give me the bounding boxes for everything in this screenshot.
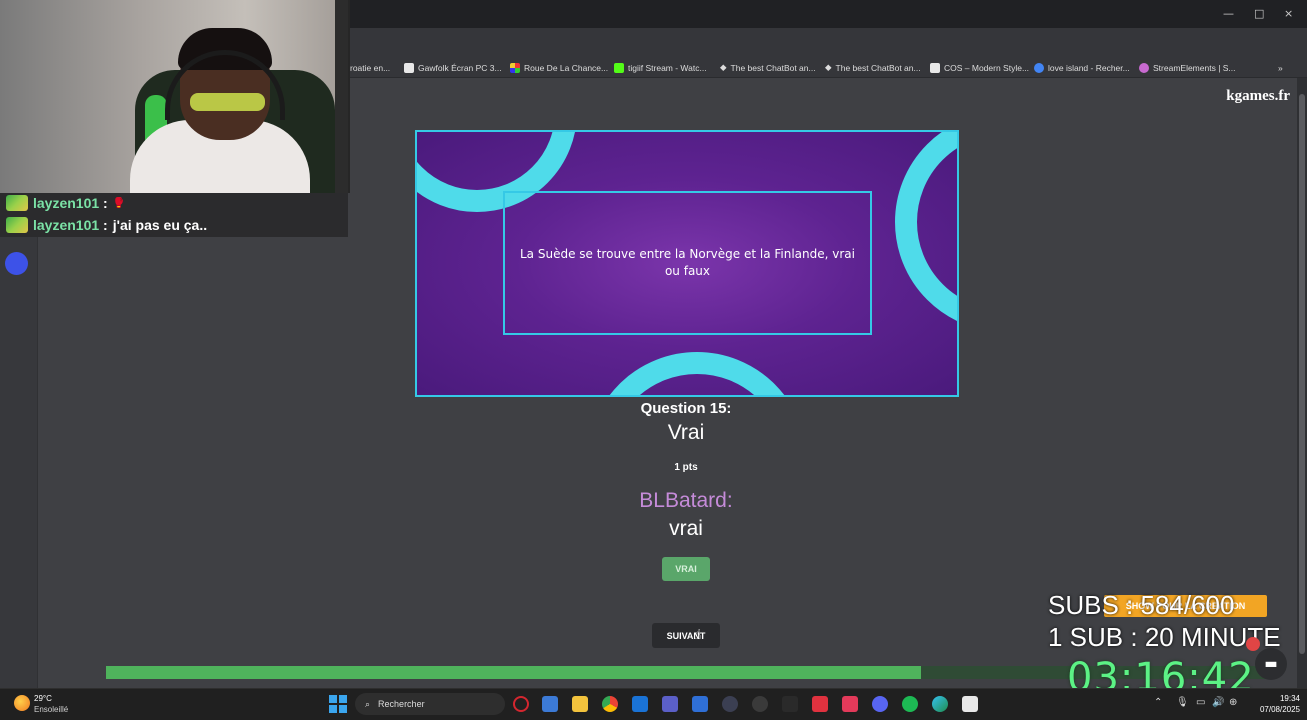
streamelements-icon xyxy=(1139,62,1149,73)
decorative-ring xyxy=(587,352,807,395)
obs-icon[interactable] xyxy=(752,696,768,712)
chat-username: layzen101 xyxy=(33,217,100,233)
diamond-icon: ◆ xyxy=(720,62,727,72)
player-answer: vrai xyxy=(669,517,703,540)
discord-icon[interactable] xyxy=(872,696,888,712)
wheel-icon xyxy=(510,62,520,73)
app-icon[interactable] xyxy=(962,696,978,712)
weather-temperature[interactable]: 29°C xyxy=(34,694,52,703)
next-button[interactable]: SUIVANT xyxy=(652,623,720,648)
chat-message: layzen101 : 🥊 xyxy=(6,194,125,212)
logitech-icon[interactable] xyxy=(782,696,798,712)
scrollbar-thumb[interactable] xyxy=(1299,94,1305,654)
cos-icon xyxy=(930,62,940,73)
chat-separator: : xyxy=(99,195,108,211)
file-explorer-icon[interactable] xyxy=(572,696,588,712)
profile-dot-icon[interactable] xyxy=(5,252,28,275)
chat-separator: : xyxy=(99,217,108,233)
chat-overlay: layzen101 : 🥊 layzen101 : j'ai pas eu ça… xyxy=(0,193,348,237)
chat-bubble-icon[interactable]: ▬ xyxy=(1255,648,1287,680)
correct-answer: Vrai xyxy=(667,421,705,444)
question-text: La Suède se trouve entre la Norvège et l… xyxy=(503,191,872,335)
subscriber-badge-icon xyxy=(6,217,28,233)
kick-icon xyxy=(614,62,624,73)
search-icon: ⌕ xyxy=(365,698,371,709)
tiktok-icon[interactable] xyxy=(842,696,858,712)
chat-text: 🥊 xyxy=(112,197,126,209)
bookmark-item[interactable]: tigiif Stream - Watc... xyxy=(614,61,707,74)
progress-fill xyxy=(106,666,922,679)
app-store-icon[interactable] xyxy=(542,696,558,712)
windows-taskbar xyxy=(0,688,1307,720)
sunglasses xyxy=(190,93,265,111)
verdict-button[interactable]: VRAI xyxy=(662,557,710,581)
bookmark-item[interactable]: ◆ The best ChatBot an... xyxy=(720,61,816,74)
bookmark-item[interactable]: ◆ The best ChatBot an... xyxy=(825,61,921,74)
clock-time[interactable]: 19:34 xyxy=(1256,694,1300,703)
notification-dot xyxy=(1246,637,1260,651)
question-card: La Suède se trouve entre la Norvège et l… xyxy=(415,130,959,397)
display-icon[interactable]: ▭ xyxy=(1196,697,1205,708)
volume-icon[interactable]: 🔊 xyxy=(1212,697,1224,708)
chrome-icon[interactable] xyxy=(602,696,618,712)
bookmarks-more-button[interactable]: » xyxy=(1278,61,1283,74)
chat-message: layzen101 : j'ai pas eu ça.. xyxy=(6,216,207,234)
bookmark-item[interactable]: love island - Recher... xyxy=(1034,61,1130,74)
teams-icon[interactable] xyxy=(662,696,678,712)
edge-icon[interactable] xyxy=(932,696,948,712)
spotify-icon[interactable] xyxy=(902,696,918,712)
taskbar-search[interactable]: ⌕ Rechercher xyxy=(355,693,505,715)
maximize-button[interactable]: □ xyxy=(1254,7,1264,20)
opera-icon[interactable] xyxy=(513,696,529,712)
sub-rule: 1 SUB : 20 MINUTE xyxy=(1048,622,1281,652)
question-number: Question 15: xyxy=(640,400,732,417)
tray-overflow-icon[interactable]: ⌃ xyxy=(1154,697,1162,708)
app-icon[interactable] xyxy=(692,696,708,712)
amazon-icon xyxy=(404,62,414,73)
search-placeholder: Rechercher xyxy=(378,699,425,709)
bookmark-item[interactable]: StreamElements | S... xyxy=(1139,61,1236,74)
bookmark-item[interactable]: Roue De La Chance... xyxy=(510,61,608,74)
points-label: 1 pts xyxy=(674,462,698,473)
weather-sun-icon[interactable] xyxy=(14,695,30,711)
network-icon[interactable]: ⊕ xyxy=(1229,697,1237,708)
decorative-ring xyxy=(895,132,957,332)
diamond-icon: ◆ xyxy=(825,62,832,72)
bookmark-item[interactable]: roatie en... xyxy=(350,61,390,74)
outlook-icon[interactable] xyxy=(632,696,648,712)
close-button[interactable]: × xyxy=(1284,7,1293,20)
clock-date[interactable]: 07/08/2025 xyxy=(1246,705,1300,714)
bookmark-item[interactable]: Gawfolk Écran PC 3... xyxy=(404,61,502,74)
minimize-button[interactable]: — xyxy=(1223,7,1234,20)
site-logo[interactable]: kgames.fr xyxy=(1226,88,1290,105)
google-icon xyxy=(1034,62,1044,73)
webcam-overlay xyxy=(0,0,350,193)
player-name: BLBatard: xyxy=(639,489,733,512)
subscriber-badge-icon xyxy=(6,195,28,211)
chat-username: layzen101 xyxy=(33,195,100,211)
app-icon[interactable] xyxy=(812,696,828,712)
webcam-edge xyxy=(335,0,348,193)
microphone-icon[interactable]: 🎙 xyxy=(1176,697,1189,708)
subs-counter: SUBS : 584/600 xyxy=(1048,590,1235,620)
app-icon[interactable] xyxy=(722,696,738,712)
windows-start-icon[interactable] xyxy=(329,695,347,713)
weather-description[interactable]: Ensoleillé xyxy=(34,705,68,714)
bookmark-item[interactable]: COS – Modern Style... xyxy=(930,61,1029,74)
chat-text: j'ai pas eu ça.. xyxy=(112,217,208,233)
mouse-cursor-icon: ☝ xyxy=(693,627,702,643)
